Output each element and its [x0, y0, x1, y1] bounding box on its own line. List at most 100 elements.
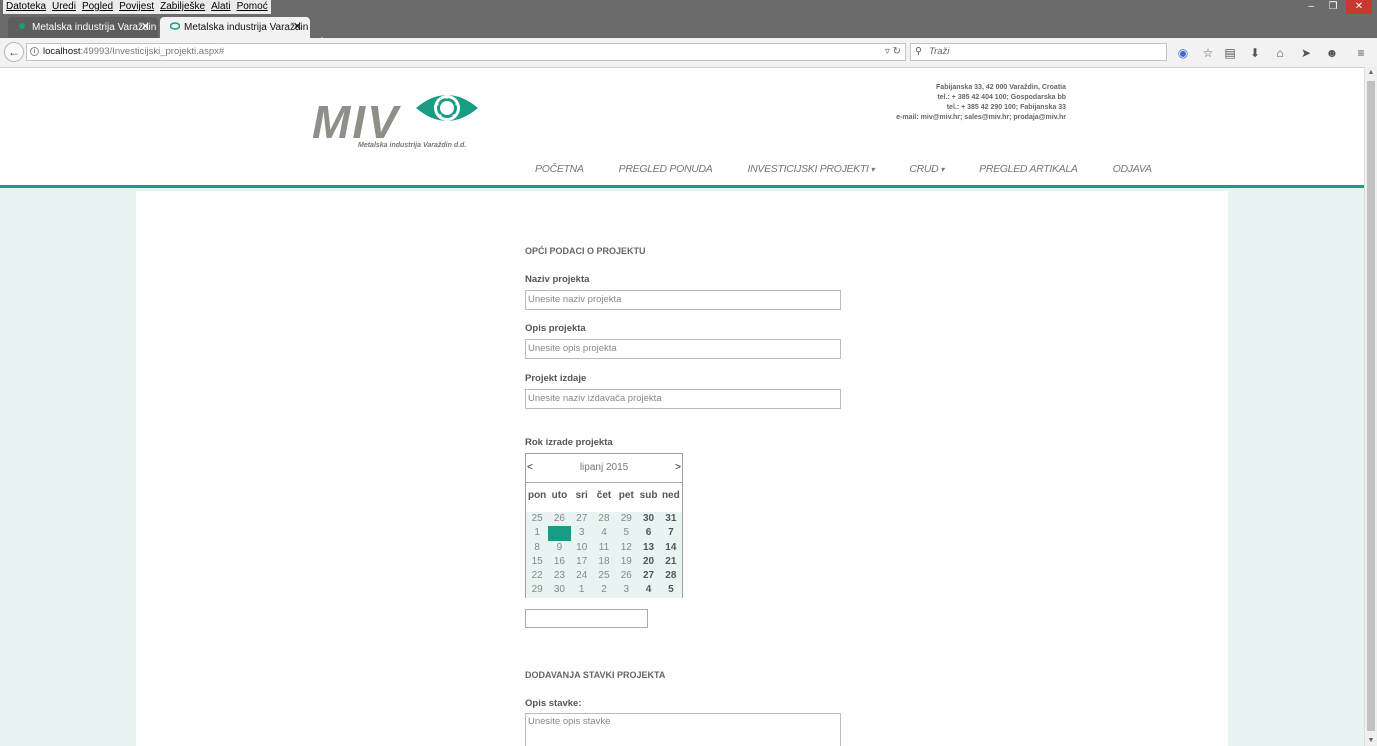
calendar-day[interactable]: 1: [571, 583, 593, 597]
minimize-button[interactable]: –: [1300, 0, 1322, 14]
menu-icon[interactable]: ≡: [1353, 45, 1369, 61]
site-info-icon[interactable]: i: [30, 47, 39, 56]
menu-item[interactable]: Alati: [208, 0, 233, 14]
scroll-down-icon[interactable]: ▼: [1365, 737, 1377, 744]
tab-close-icon[interactable]: ✕: [293, 17, 302, 38]
calendar-day[interactable]: 13: [637, 541, 659, 555]
calendar-day[interactable]: 4: [637, 583, 659, 597]
deadline-date-input[interactable]: [525, 609, 648, 628]
url-bar[interactable]: i localhost:49993/Investicijski_projekti…: [26, 43, 906, 61]
reload-icon[interactable]: ▿ ↻: [885, 44, 901, 60]
calendar-day[interactable]: 3: [571, 526, 593, 540]
project-desc-input[interactable]: Unesite opis projekta: [525, 339, 841, 359]
search-placeholder: Traži: [929, 46, 950, 57]
page-scrollbar[interactable]: ▲ ▼: [1364, 67, 1377, 746]
weekday-label: pon: [527, 490, 547, 501]
calendar-day-selected[interactable]: 2: [548, 526, 571, 541]
calendar-header: < lipanj 2015 >: [526, 454, 682, 483]
calendar-day[interactable]: 6: [637, 526, 659, 540]
calendar-day[interactable]: 14: [660, 541, 682, 555]
calendar-month-title: lipanj 2015: [579, 462, 629, 473]
calendar-day[interactable]: 11: [593, 541, 615, 555]
bookmark-star-icon[interactable]: ☆: [1200, 45, 1216, 61]
menu-item[interactable]: Pogled: [79, 0, 116, 14]
calendar-day[interactable]: 28: [660, 569, 682, 583]
download-icon[interactable]: ⬇: [1247, 45, 1263, 61]
site-nav: POČETNA PREGLED PONUDA INVESTICIJSKI PROJE…: [535, 163, 1187, 175]
tab-close-icon[interactable]: ✕: [141, 17, 150, 38]
deadline-label: Rok izrade projekta: [525, 437, 613, 448]
calendar-day[interactable]: 30: [637, 512, 659, 526]
calendar-day[interactable]: 29: [526, 583, 548, 597]
calendar-day[interactable]: 4: [593, 526, 615, 540]
scrollbar-thumb[interactable]: [1367, 81, 1375, 731]
nav-item[interactable]: INVESTICIJSKI PROJEKTI ▾: [748, 163, 875, 175]
calendar-day[interactable]: 2: [593, 583, 615, 597]
item-desc-textarea[interactable]: Unesite opis stavke: [525, 713, 841, 746]
calendar-day[interactable]: 26: [615, 569, 637, 583]
nav-item[interactable]: PREGLED ARTIKALA: [979, 163, 1078, 175]
section-title-general: OPĆI PODACI O PROJEKTU: [525, 246, 646, 256]
calendar-day[interactable]: 5: [615, 526, 637, 540]
calendar-day[interactable]: 23: [548, 569, 570, 583]
deadline-calendar: < lipanj 2015 > pon uto sri čet pet sub ned 25…: [525, 453, 683, 598]
contact-info: Fabijanska 33, 42 000 Varaždin, Croatia …: [896, 83, 1066, 123]
calendar-day[interactable]: 28: [593, 512, 615, 526]
logo-text: MIV: [312, 96, 400, 148]
calendar-day[interactable]: 19: [615, 555, 637, 569]
search-input[interactable]: ⚲ Traži: [910, 43, 1167, 61]
calendar-day[interactable]: 20: [637, 555, 659, 569]
calendar-day[interactable]: 5: [660, 583, 682, 597]
restore-button[interactable]: ❐: [1322, 0, 1344, 14]
close-window-button[interactable]: ✕: [1346, 0, 1372, 14]
calendar-day[interactable]: 25: [593, 569, 615, 583]
scroll-up-icon[interactable]: ▲: [1365, 69, 1377, 76]
calendar-day[interactable]: 27: [571, 512, 593, 526]
calendar-day[interactable]: 25: [526, 512, 548, 526]
calendar-day[interactable]: 30: [548, 583, 570, 597]
menu-item[interactable]: Zabilješke: [157, 0, 208, 14]
calendar-day[interactable]: 16: [548, 555, 570, 569]
calendar-day[interactable]: 9: [548, 541, 570, 555]
calendar-day[interactable]: 17: [571, 555, 593, 569]
addon-icon[interactable]: ◉: [1175, 45, 1191, 61]
site-logo[interactable]: MIV Metalska industrija Varaždin d.d.: [312, 88, 482, 152]
calendar-day[interactable]: 7: [660, 526, 682, 540]
menu-item[interactable]: Povijest: [116, 0, 157, 14]
calendar-day[interactable]: 18: [593, 555, 615, 569]
menu-item[interactable]: Pomoć: [234, 0, 271, 14]
publisher-input[interactable]: Unesite naziv izdavača projekta: [525, 389, 841, 409]
project-name-label: Naziv projekta: [525, 274, 590, 285]
home-icon[interactable]: ⌂: [1272, 45, 1288, 61]
nav-item[interactable]: CRUD ▾: [909, 163, 944, 175]
menu-item[interactable]: Uredi: [49, 0, 79, 14]
calendar-day[interactable]: 29: [615, 512, 637, 526]
calendar-day[interactable]: 3: [615, 583, 637, 597]
content-panel: OPĆI PODACI O PROJEKTU Naziv projekta Un…: [136, 191, 1228, 746]
nav-item[interactable]: ODJAVA: [1113, 163, 1152, 175]
back-button[interactable]: ←: [4, 42, 24, 62]
calendar-day[interactable]: 24: [571, 569, 593, 583]
nav-item[interactable]: PREGLED PONUDA: [619, 163, 713, 175]
project-name-input[interactable]: Unesite naziv projekta: [525, 290, 841, 310]
calendar-day[interactable]: 12: [615, 541, 637, 555]
tab-1[interactable]: Metalska industrija Varaždin ✕: [8, 17, 158, 38]
send-icon[interactable]: ➤: [1298, 45, 1314, 61]
calendar-day[interactable]: 1: [526, 526, 548, 540]
calendar-day[interactable]: 8: [526, 541, 548, 555]
calendar-day[interactable]: 26: [548, 512, 570, 526]
calendar-day[interactable]: 10: [571, 541, 593, 555]
logo-subtitle: Metalska industrija Varaždin d.d.: [358, 142, 467, 149]
bookmarks-list-icon[interactable]: ▤: [1222, 45, 1238, 61]
tab-2[interactable]: Metalska industrija Varaždin ✕: [160, 17, 310, 38]
url-host: localhost: [43, 46, 81, 57]
menu-item[interactable]: Datoteka: [3, 0, 49, 14]
calendar-day[interactable]: 31: [660, 512, 682, 526]
calendar-day[interactable]: 15: [526, 555, 548, 569]
calendar-day[interactable]: 27: [637, 569, 659, 583]
calendar-day[interactable]: 21: [660, 555, 682, 569]
calendar-day[interactable]: 22: [526, 569, 548, 583]
chat-icon[interactable]: ☻: [1324, 45, 1340, 61]
nav-item[interactable]: POČETNA: [535, 163, 584, 175]
next-month-button[interactable]: >: [675, 462, 681, 473]
